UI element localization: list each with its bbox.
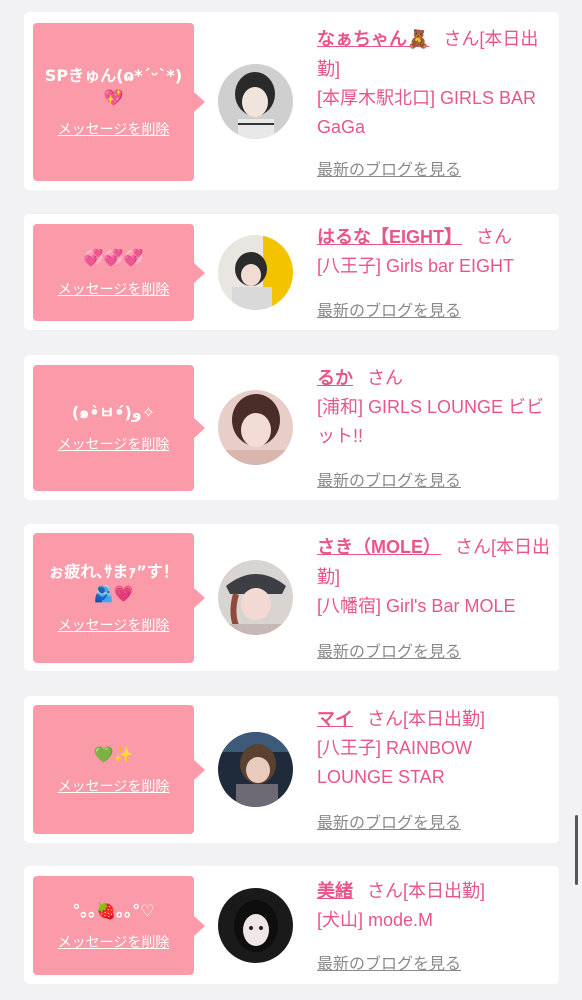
message-text: °｡｡🍓｡｡°♡ [72, 900, 155, 920]
delete-message-link[interactable]: メッセージを削除 [58, 615, 170, 635]
cast-info: さき（MOLE） さん[本日出勤] [八幡宿] Girl's Bar MOLE [317, 532, 551, 621]
cast-name-link[interactable]: るか [317, 368, 353, 388]
avatar[interactable] [218, 390, 293, 465]
message-bubble: SPきゅん(ɷ*ˊᵕˋ*)💖 メッセージを削除 [33, 23, 205, 181]
latest-blog-link[interactable]: 最新のブログを見る [317, 950, 461, 974]
shop-name: [犬山] mode.M [317, 910, 434, 930]
message-text: ぉ疲れ､ｻまｧ”す！🫂💗 [48, 562, 179, 603]
message-card: (๑•̀ㅂ•́)و✧ メッセージを削除 るか さん [浦和] GIRLS LOUN… [24, 355, 559, 500]
avatar[interactable] [218, 732, 293, 807]
message-text: 💞💞💞 [83, 247, 144, 267]
shop-name: [本厚木駅北口] GIRLS BAR GaGa [317, 88, 537, 137]
message-bubble: °｡｡🍓｡｡°♡ メッセージを削除 [33, 876, 205, 975]
message-card: 💚✨ メッセージを削除 マイ さん[本日出勤] [八王子] RAINBOW LOU… [24, 696, 559, 843]
cast-info: るか さん [浦和] GIRLS LOUNGE ビビット!! [317, 363, 551, 451]
message-text: 💚✨ [93, 744, 134, 764]
cast-status: さん[本日出勤] [367, 881, 486, 901]
delete-message-link[interactable]: メッセージを削除 [58, 434, 170, 454]
delete-message-link[interactable]: メッセージを削除 [58, 776, 170, 796]
cast-info: マイ さん[本日出勤] [八王子] RAINBOW LOUNGE STAR [317, 704, 551, 792]
latest-blog-link[interactable]: 最新のブログを見る [317, 638, 461, 662]
cast-status: さん[本日出勤] [367, 709, 486, 729]
name-line: 美緒 さん[本日出勤] [317, 876, 551, 906]
shop-name: [八王子] Girls bar EIGHT [317, 256, 515, 276]
name-line: るか さん [317, 363, 551, 393]
latest-blog-link[interactable]: 最新のブログを見る [317, 809, 461, 833]
latest-blog-link[interactable]: 最新のブログを見る [317, 156, 461, 180]
message-bubble: 💚✨ メッセージを削除 [33, 705, 205, 834]
cast-name-link[interactable]: はるな【EIGHT】 [317, 227, 462, 247]
shop-name: [八王子] RAINBOW LOUNGE STAR [317, 738, 473, 787]
message-card: 💞💞💞 メッセージを削除 はるな【EIGHT】 さん [八王子] Girls ba… [24, 214, 559, 330]
delete-message-link[interactable]: メッセージを削除 [58, 119, 170, 139]
latest-blog-link[interactable]: 最新のブログを見る [317, 297, 461, 321]
name-line: なぁちゃん🧸 さん[本日出勤] [317, 24, 551, 84]
cast-name-link[interactable]: さき（MOLE） [317, 537, 441, 557]
message-text: (๑•̀ㅂ•́)و✧ [71, 403, 156, 422]
message-card: ぉ疲れ､ｻまｧ”す！🫂💗 メッセージを削除 さき（MOLE） さん[本日出勤] [… [24, 524, 559, 671]
cast-info: 美緒 さん[本日出勤] [犬山] mode.M [317, 876, 551, 935]
name-line: はるな【EIGHT】 さん [317, 222, 551, 252]
cast-info: なぁちゃん🧸 さん[本日出勤] [本厚木駅北口] GIRLS BAR GaGa [317, 24, 551, 142]
cast-name-link[interactable]: 美緒 [317, 881, 353, 901]
cast-name-link[interactable]: マイ [317, 709, 353, 729]
cast-status: さん [476, 227, 513, 247]
avatar[interactable] [218, 235, 293, 310]
message-bubble: (๑•̀ㅂ•́)و✧ メッセージを削除 [33, 365, 205, 491]
avatar[interactable] [218, 64, 293, 139]
avatar[interactable] [218, 560, 293, 635]
delete-message-link[interactable]: メッセージを削除 [58, 279, 170, 299]
name-line: マイ さん[本日出勤] [317, 704, 551, 734]
message-card: °｡｡🍓｡｡°♡ メッセージを削除 美緒 さん[本日出勤] [犬山] mode.M… [24, 866, 559, 984]
message-bubble: ぉ疲れ､ｻまｧ”す！🫂💗 メッセージを削除 [33, 533, 205, 663]
message-text: SPきゅん(ɷ*ˊᵕˋ*)💖 [44, 66, 183, 107]
latest-blog-link[interactable]: 最新のブログを見る [317, 467, 461, 491]
cast-info: はるな【EIGHT】 さん [八王子] Girls bar EIGHT [317, 222, 551, 281]
message-list-page: SPきゅん(ɷ*ˊᵕˋ*)💖 メッセージを削除 なぁちゃん🧸 さん[本日出勤] [… [0, 0, 582, 1000]
shop-name: [浦和] GIRLS LOUNGE ビビット!! [317, 397, 545, 446]
message-bubble: 💞💞💞 メッセージを削除 [33, 224, 205, 321]
name-line: さき（MOLE） さん[本日出勤] [317, 532, 551, 592]
message-card: SPきゅん(ɷ*ˊᵕˋ*)💖 メッセージを削除 なぁちゃん🧸 さん[本日出勤] [… [24, 12, 559, 190]
scrollbar[interactable] [575, 815, 578, 885]
delete-message-link[interactable]: メッセージを削除 [58, 932, 170, 952]
avatar[interactable] [218, 888, 293, 963]
shop-name: [八幡宿] Girl's Bar MOLE [317, 596, 516, 616]
cast-status: さん [367, 368, 403, 388]
cast-name-link[interactable]: なぁちゃん🧸 [317, 29, 429, 49]
